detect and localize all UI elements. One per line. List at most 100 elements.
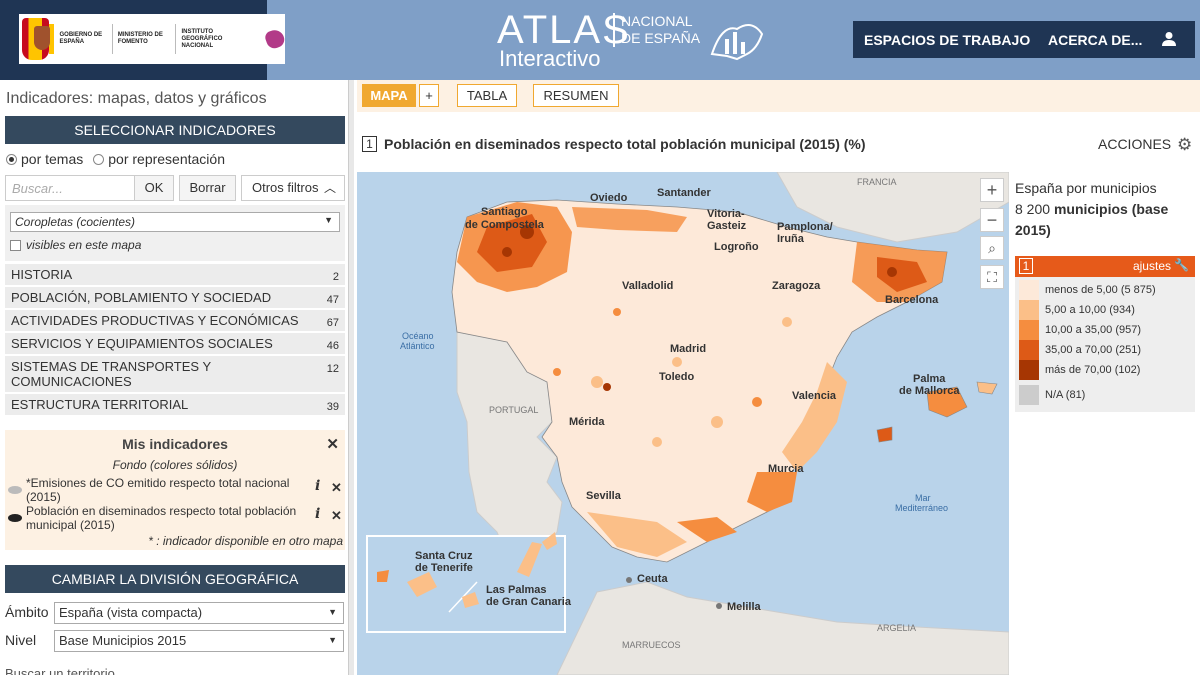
label-vitoria: Gasteiz bbox=[707, 220, 747, 232]
actions-button[interactable]: ACCIONES bbox=[1098, 136, 1171, 152]
legend-class[interactable]: 35,00 a 70,00 (251) bbox=[1019, 340, 1141, 360]
category-count: 12 bbox=[326, 363, 339, 375]
label-murcia: Murcia bbox=[768, 463, 804, 475]
wrench-icon[interactable]: 🔧 bbox=[1174, 258, 1189, 272]
category-item[interactable]: SERVICIOS Y EQUIPAMIENTOS SOCIALES 46 bbox=[5, 333, 345, 356]
add-map-button[interactable]: + bbox=[419, 84, 439, 107]
legend-label: menos de 5,00 (5 875) bbox=[1045, 284, 1156, 296]
fullscreen-icon[interactable]: ⛶ bbox=[980, 265, 1004, 289]
ign-logo-icon bbox=[264, 24, 285, 54]
tab-table[interactable]: TABLA bbox=[457, 84, 517, 107]
legend-class[interactable]: 10,00 a 35,00 (957) bbox=[1019, 320, 1141, 340]
search-icon[interactable]: ⌕ bbox=[980, 236, 1004, 260]
chevron-up-icon: ︿ bbox=[323, 181, 336, 195]
choropleth-map[interactable]: FRANCIA Santander Oviedo Santiago de Com… bbox=[357, 172, 1009, 675]
legend-settings-button[interactable]: ajustes bbox=[1133, 259, 1171, 273]
tab-map[interactable]: MAPA bbox=[362, 84, 416, 107]
label-ocean: Atlántico bbox=[400, 341, 435, 351]
municipality-patch bbox=[603, 383, 611, 391]
dropdown-arrow-icon: ▼ bbox=[324, 215, 333, 225]
legend-panel: España por municipios 8 200 municipios (… bbox=[1015, 178, 1197, 412]
other-filters-label: Otros filtros bbox=[252, 180, 319, 195]
legend-swatch bbox=[1019, 340, 1039, 360]
label-valencia: Valencia bbox=[792, 390, 837, 402]
clear-button[interactable]: Borrar bbox=[179, 175, 236, 201]
zoom-in-button[interactable]: + bbox=[980, 178, 1004, 202]
legend-class[interactable]: menos de 5,00 (5 875) bbox=[1019, 280, 1156, 300]
legend-number: 1 bbox=[1019, 258, 1033, 274]
legend-header-bar: 1 ajustes 🔧 bbox=[1015, 256, 1195, 277]
legend-class[interactable]: N/A (81) bbox=[1019, 385, 1085, 405]
representation-select-value: Coropletas (cocientes) bbox=[15, 215, 136, 229]
label-toledo: Toledo bbox=[659, 371, 695, 383]
label-melilla: Melilla bbox=[727, 601, 762, 613]
select-indicators-header[interactable]: SELECCIONAR INDICADORES bbox=[5, 116, 345, 144]
search-territory-label[interactable]: Buscar un territorio bbox=[5, 666, 115, 675]
representation-select[interactable]: Coropletas (cocientes) ▼ bbox=[10, 212, 340, 232]
label-oviedo: Oviedo bbox=[590, 192, 628, 204]
info-icon[interactable]: i bbox=[315, 478, 320, 494]
municipality-patch bbox=[652, 437, 662, 447]
scope-select[interactable]: España (vista compacta) ▼ bbox=[54, 602, 344, 624]
label-portugal: PORTUGAL bbox=[489, 405, 538, 415]
category-item[interactable]: ACTIVIDADES PRODUCTIVAS Y ECONÓMICAS 67 bbox=[5, 310, 345, 333]
tab-summary[interactable]: RESUMEN bbox=[533, 84, 619, 107]
legend-scope: España por municipios bbox=[1015, 180, 1157, 196]
user-icon[interactable] bbox=[1160, 30, 1178, 48]
category-item[interactable]: SISTEMAS DE TRANSPORTES Y COMUNICACIONES… bbox=[5, 356, 345, 394]
close-icon[interactable]: ✕ bbox=[326, 435, 339, 453]
nav-about[interactable]: ACERCA DE... bbox=[1048, 32, 1142, 48]
category-label: ESTRUCTURA TERRITORIAL bbox=[11, 397, 189, 412]
label-sea: Mar bbox=[915, 493, 931, 503]
category-item[interactable]: POBLACIÓN, POBLAMIENTO Y SOCIEDAD 47 bbox=[5, 287, 345, 310]
map-canvas[interactable]: FRANCIA Santander Oviedo Santiago de Com… bbox=[357, 172, 1009, 675]
change-division-header[interactable]: CAMBIAR LA DIVISIÓN GEOGRÁFICA bbox=[5, 565, 345, 593]
coat-of-arms-icon bbox=[22, 18, 51, 60]
remove-icon[interactable]: ✕ bbox=[331, 508, 342, 524]
melilla-marker bbox=[716, 603, 722, 609]
remove-icon[interactable]: ✕ bbox=[331, 480, 342, 496]
my-indicator-item[interactable]: *Emisiones de CO emitido respecto total … bbox=[26, 476, 306, 504]
gear-icon[interactable]: ⚙ bbox=[1177, 135, 1192, 155]
radio-by-theme-label: por temas bbox=[21, 151, 84, 167]
radio-by-representation[interactable]: por representación bbox=[93, 151, 225, 167]
info-icon[interactable]: i bbox=[315, 506, 320, 522]
island-shape bbox=[377, 570, 389, 582]
other-filters-button[interactable]: Otros filtros ︿ bbox=[241, 175, 345, 201]
legend-class[interactable]: más de 70,00 (102) bbox=[1019, 360, 1140, 380]
label-ceuta: Ceuta bbox=[637, 573, 668, 585]
north-africa-shape bbox=[556, 581, 1009, 675]
label-sevilla: Sevilla bbox=[586, 490, 622, 502]
search-ok-button[interactable]: OK bbox=[134, 175, 174, 201]
category-count: 2 bbox=[332, 271, 339, 283]
eye-icon[interactable] bbox=[8, 514, 22, 522]
my-indicator-item[interactable]: Población en diseminados respecto total … bbox=[26, 504, 306, 532]
panel-resize-handle[interactable] bbox=[348, 80, 354, 675]
legend-swatch bbox=[1019, 385, 1039, 405]
nav-workspaces[interactable]: ESPACIOS DE TRABAJO bbox=[864, 32, 1030, 48]
legend-count-number: 8 200 bbox=[1015, 201, 1051, 217]
radio-by-theme[interactable]: por temas bbox=[6, 151, 83, 167]
indicator-search-input[interactable]: Buscar... bbox=[5, 175, 135, 201]
municipality-patch bbox=[591, 376, 603, 388]
legend-class[interactable]: 5,00 a 10,00 (934) bbox=[1019, 300, 1135, 320]
government-logo[interactable]: Gobierno de España Ministerio de Fomento… bbox=[19, 14, 285, 64]
category-item[interactable]: HISTORIA 2 bbox=[5, 264, 345, 287]
label-valladolid: Valladolid bbox=[622, 280, 673, 292]
visible-checkbox-label: visibles en este mapa bbox=[26, 238, 142, 252]
level-select-value: Base Municipios 2015 bbox=[59, 633, 187, 648]
legend-label: más de 70,00 (102) bbox=[1045, 364, 1141, 376]
category-label: ACTIVIDADES PRODUCTIVAS Y ECONÓMICAS bbox=[11, 313, 299, 328]
panel-title: Indicadores: mapas, datos y gráficos bbox=[6, 90, 267, 107]
my-indicators-note: * : indicador disponible en otro mapa bbox=[148, 534, 343, 548]
label-ocean: Océano bbox=[402, 331, 434, 341]
eye-icon[interactable] bbox=[8, 486, 22, 494]
level-select[interactable]: Base Municipios 2015 ▼ bbox=[54, 630, 344, 652]
category-label: SERVICIOS Y EQUIPAMIENTOS SOCIALES bbox=[11, 336, 273, 351]
category-item[interactable]: ESTRUCTURA TERRITORIAL 39 bbox=[5, 394, 345, 417]
atlas-logo[interactable]: ATLAS Interactivo NACIONAL DE ESPAÑA bbox=[497, 10, 764, 71]
label-santander: Santander bbox=[657, 187, 712, 199]
zoom-out-button[interactable]: − bbox=[980, 208, 1004, 232]
visible-checkbox[interactable]: visibles en este mapa bbox=[10, 238, 141, 252]
category-label: POBLACIÓN, POBLAMIENTO Y SOCIEDAD bbox=[11, 290, 272, 305]
